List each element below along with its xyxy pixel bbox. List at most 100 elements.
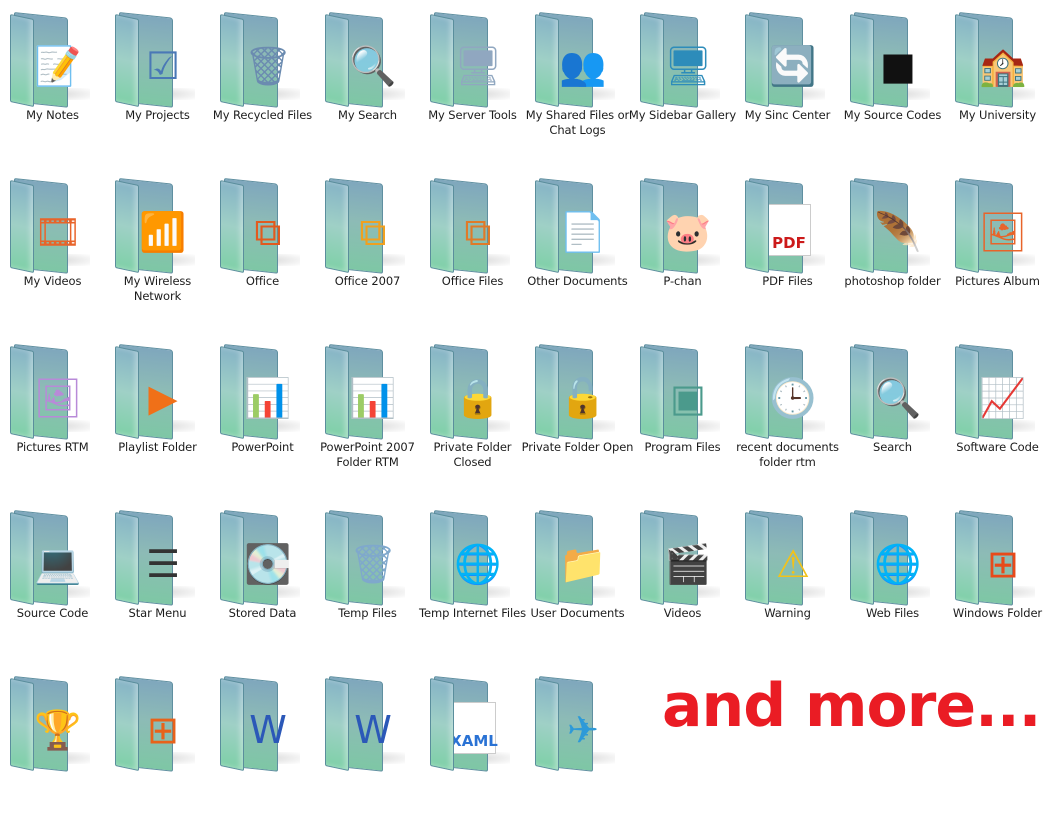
folder-icon: 🕒 bbox=[745, 342, 829, 440]
folder-item[interactable]: ⊞ bbox=[105, 668, 210, 828]
folder-label: My Projects bbox=[125, 108, 190, 122]
powerpoint-2007-icon: 📊 bbox=[349, 376, 397, 420]
folder-item[interactable]: 🔒 Private Folder Closed bbox=[420, 336, 525, 496]
folder-icon: ☰ bbox=[115, 508, 199, 606]
trophy-cup-icon: 🏆 bbox=[34, 708, 82, 752]
folder-item[interactable]: 📈 Software Code bbox=[945, 336, 1047, 496]
folder-label: Videos bbox=[663, 606, 702, 620]
folder-item[interactable]: 📄 Other Documents bbox=[525, 170, 630, 330]
folder-item[interactable]: ⧉ Office Files bbox=[420, 170, 525, 330]
folder-label: My Search bbox=[338, 108, 397, 122]
folder-icon: ⚠ bbox=[745, 508, 829, 606]
folder-item[interactable]: 📝 My Notes bbox=[0, 4, 105, 164]
magnifier-monitor-icon: 🔍 bbox=[349, 44, 397, 88]
folder-icon: 🔄 bbox=[745, 10, 829, 108]
folder-icon: W bbox=[325, 674, 409, 772]
messenger-users-icon: 👥 bbox=[559, 44, 607, 88]
picture-album-icon: 🖼 bbox=[978, 210, 1028, 254]
folder-label: My Server Tools bbox=[428, 108, 517, 122]
folder-label: Office bbox=[245, 274, 280, 288]
black-screen-icon: ■ bbox=[880, 44, 916, 88]
folder-item[interactable]: XAML bbox=[420, 668, 525, 828]
folder-item[interactable]: ▣ Program Files bbox=[630, 336, 735, 496]
folder-item[interactable]: ⧉ Office 2007 bbox=[315, 170, 420, 330]
folder-item[interactable]: 🔍 My Search bbox=[315, 4, 420, 164]
folder-front-panel bbox=[955, 180, 979, 274]
folder-item[interactable]: ☑ My Projects bbox=[105, 4, 210, 164]
folder-item[interactable]: W bbox=[210, 668, 315, 828]
folder-item[interactable]: 🔓 Private Folder Open bbox=[522, 336, 633, 496]
folder-label: My Videos bbox=[23, 274, 82, 288]
folder-label: PowerPoint bbox=[231, 440, 294, 454]
folder-item[interactable]: 📶 My Wireless Network bbox=[105, 170, 210, 330]
folder-icon: 📶 bbox=[115, 176, 199, 274]
folder-item[interactable]: ⚠ Warning bbox=[735, 502, 840, 662]
folder-front-panel bbox=[955, 14, 979, 108]
folder-icon: ⧉ bbox=[220, 176, 304, 274]
folder-icon: PDF bbox=[745, 176, 829, 274]
folder-front-panel bbox=[115, 14, 139, 108]
folder-front-panel bbox=[325, 180, 349, 274]
folder-item[interactable]: 🗑 Temp Files bbox=[315, 502, 420, 662]
folder-item[interactable]: W bbox=[315, 668, 420, 828]
sync-center-icon: 🔄 bbox=[769, 44, 817, 88]
folder-label: Web Files bbox=[865, 606, 920, 620]
folder-item[interactable]: 🖼 Pictures RTM bbox=[0, 336, 105, 496]
folder-item[interactable]: 🌐 Temp Internet Files bbox=[419, 502, 526, 662]
folder-item[interactable]: 🏆 bbox=[0, 668, 105, 828]
folder-label: My Sidebar Gallery bbox=[628, 108, 737, 122]
folder-item[interactable]: 🏫 My University bbox=[945, 4, 1047, 164]
folder-label: My Source Codes bbox=[843, 108, 942, 122]
folder-icon: ⊞ bbox=[955, 508, 1039, 606]
folder-front-panel bbox=[850, 346, 874, 440]
folder-item[interactable]: 🎞 My Videos bbox=[0, 170, 105, 330]
blank-document-icon: 📄 bbox=[559, 210, 607, 254]
folder-front-panel bbox=[745, 346, 769, 440]
folder-item[interactable]: 📊 PowerPoint bbox=[210, 336, 315, 496]
folder-item[interactable]: 💻 Source Code bbox=[0, 502, 105, 662]
folder-item[interactable]: 🗑 My Recycled Files bbox=[210, 4, 315, 164]
folder-item[interactable]: 🖥 My Server Tools bbox=[420, 4, 525, 164]
folder-label: Stored Data bbox=[228, 606, 297, 620]
folder-item[interactable]: 📁 User Documents bbox=[525, 502, 630, 662]
and-more-caption: and more... bbox=[662, 671, 1041, 741]
folder-front-panel bbox=[220, 14, 244, 108]
folder-item[interactable]: 🔍 Search bbox=[840, 336, 945, 496]
university-sign-icon: 🏫 bbox=[979, 44, 1027, 88]
folder-icon: 🔒 bbox=[430, 342, 514, 440]
folder-item[interactable]: 👥 My Shared Files or Chat Logs bbox=[525, 4, 630, 164]
folder-item[interactable]: PDF PDF Files bbox=[735, 170, 840, 330]
folder-front-panel bbox=[535, 512, 559, 606]
folder-item[interactable]: ✈ bbox=[525, 668, 630, 828]
folder-front-panel bbox=[640, 14, 664, 108]
folder-item[interactable]: 💽 Stored Data bbox=[210, 502, 315, 662]
folder-item[interactable]: ☰ Star Menu bbox=[105, 502, 210, 662]
folder-front-panel bbox=[115, 346, 139, 440]
folder-icon: 🌐 bbox=[850, 508, 934, 606]
folder-front-panel bbox=[430, 14, 454, 108]
folder-icon: W bbox=[220, 674, 304, 772]
folder-item[interactable]: 🕒 recent documents folder rtm bbox=[735, 336, 840, 496]
folder-front-panel bbox=[10, 512, 34, 606]
folder-icon: 🖥 bbox=[640, 10, 724, 108]
folder-item[interactable]: ⧉ Office bbox=[210, 170, 315, 330]
folder-item[interactable]: 🖼 Pictures Album bbox=[945, 170, 1047, 330]
folder-item[interactable]: 🎬 Videos bbox=[630, 502, 735, 662]
folder-item[interactable]: ▶ Playlist Folder bbox=[105, 336, 210, 496]
folder-item[interactable]: 🐷 P-chan bbox=[630, 170, 735, 330]
folder-icon: 🪶 bbox=[850, 176, 934, 274]
folder-item[interactable]: 🖥 My Sidebar Gallery bbox=[629, 4, 736, 164]
windows-flag-icon: ⊞ bbox=[147, 708, 179, 752]
folder-item[interactable]: ⊞ Windows Folder bbox=[945, 502, 1047, 662]
folder-icon: 🗑 bbox=[220, 10, 304, 108]
folder-front-panel bbox=[10, 14, 34, 108]
folder-front-panel bbox=[850, 512, 874, 606]
folder-item[interactable]: 📊 PowerPoint 2007 Folder RTM bbox=[315, 336, 420, 496]
folder-icon: 🏆 bbox=[10, 674, 94, 772]
folder-item[interactable]: 🌐 Web Files bbox=[840, 502, 945, 662]
folder-item[interactable]: 🔄 My Sinc Center bbox=[735, 4, 840, 164]
folder-item[interactable]: ■ My Source Codes bbox=[840, 4, 945, 164]
folder-label: My Recycled Files bbox=[212, 108, 313, 122]
folder-item[interactable]: 🪶 photoshop folder bbox=[840, 170, 945, 330]
folder-front-panel bbox=[115, 678, 139, 772]
